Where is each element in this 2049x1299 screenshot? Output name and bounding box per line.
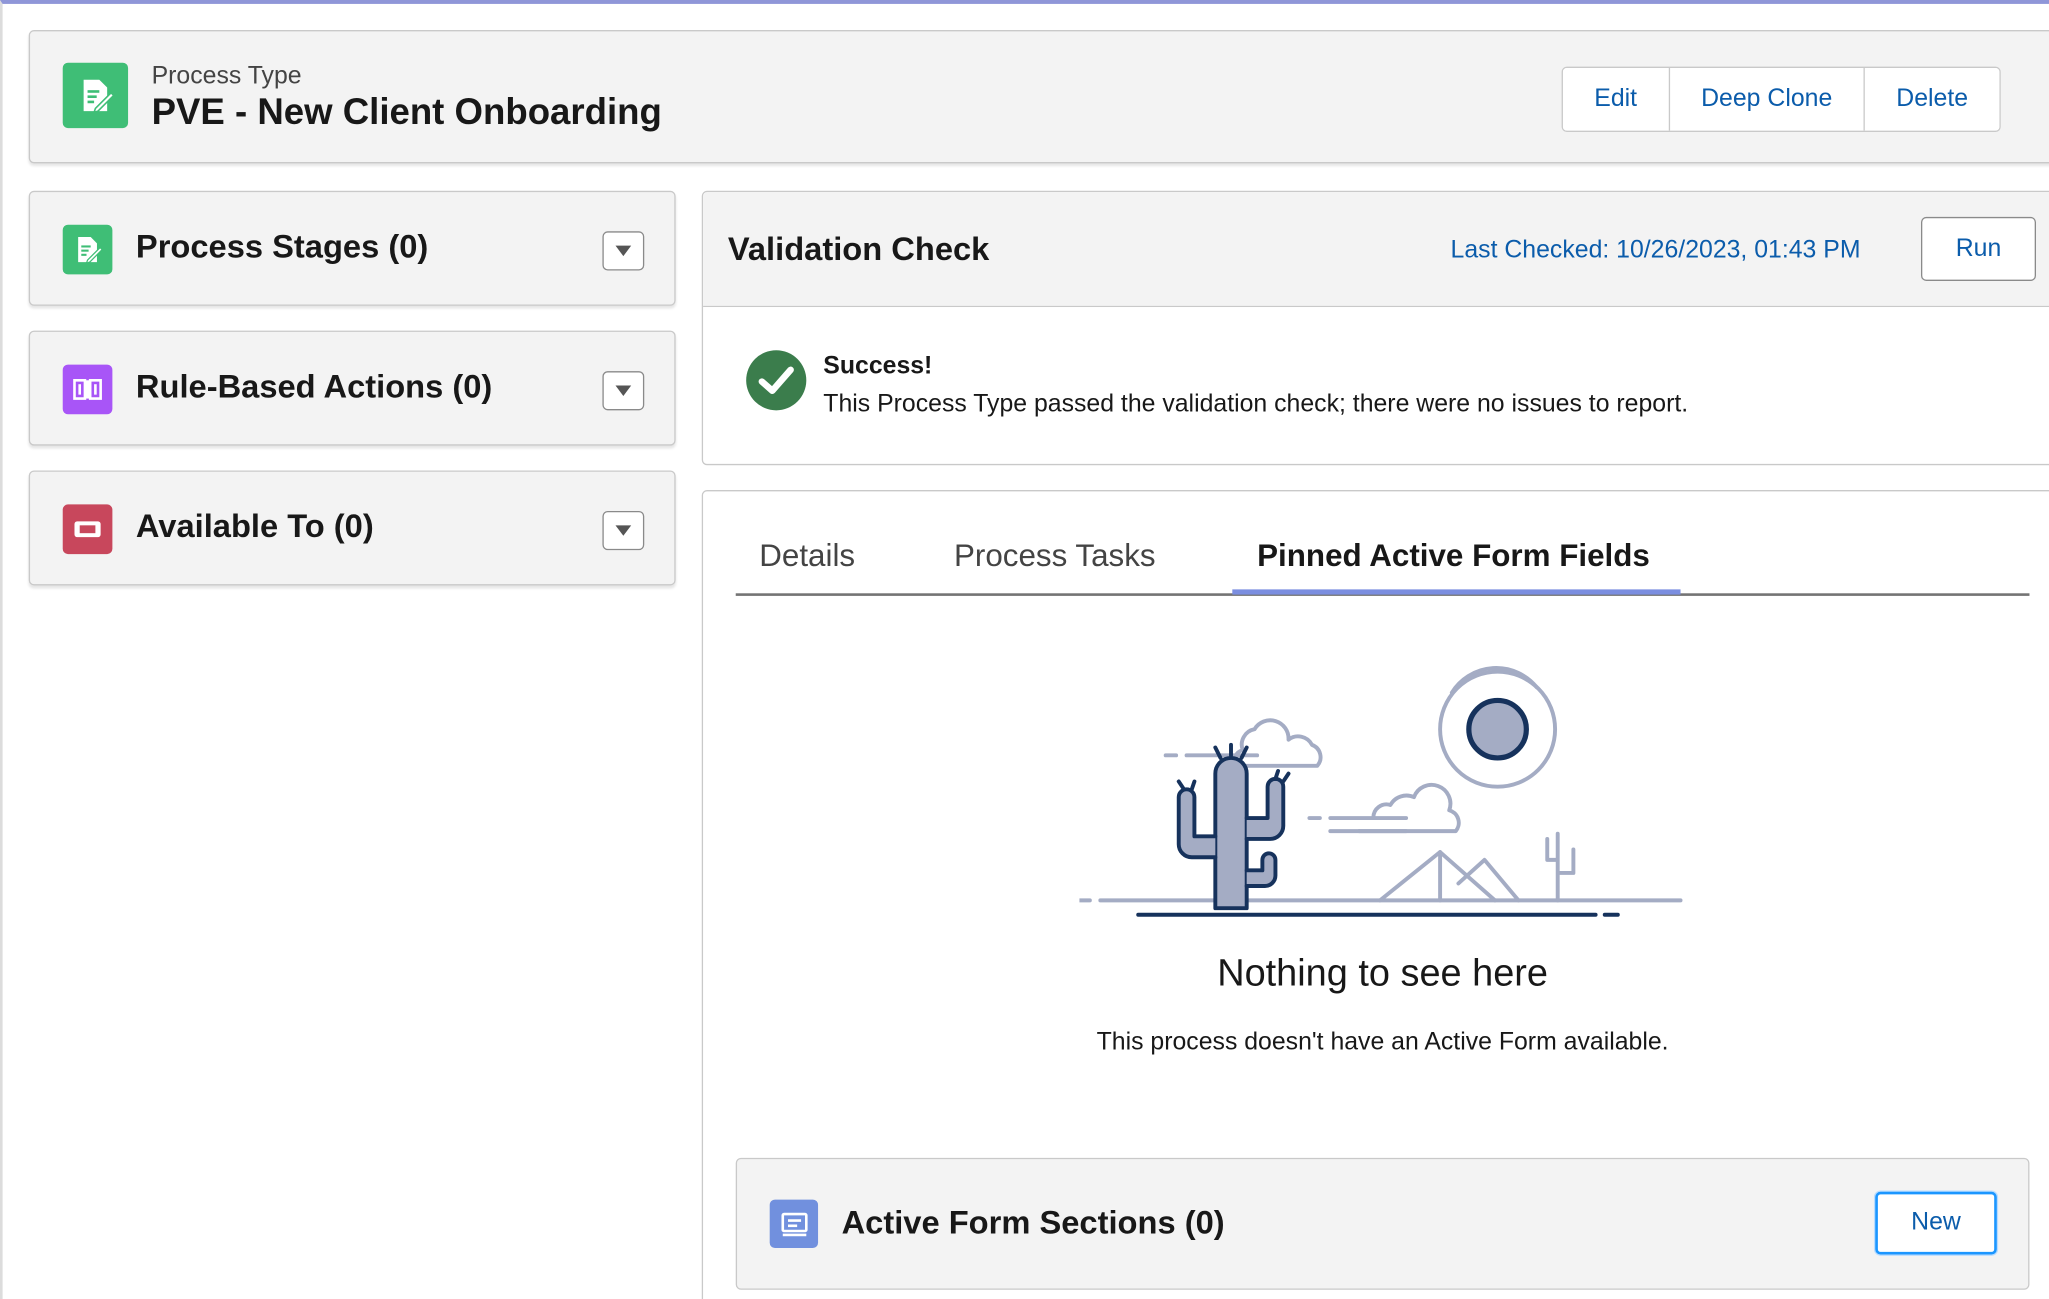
empty-state-message: This process doesn't have an Active Form…: [1096, 1028, 1669, 1056]
last-checked-timestamp: Last Checked: 10/26/2023, 01:43 PM: [1450, 236, 1861, 264]
chevron-down-icon: [615, 525, 632, 536]
available-to-card: Available To (0): [28, 470, 676, 586]
validation-check-title: Validation Check: [727, 231, 990, 268]
form-edit-icon: [62, 224, 113, 275]
new-section-button[interactable]: New: [1875, 1191, 1997, 1255]
book-icon: [62, 364, 113, 415]
page: Process Type PVE - New Client Onboarding…: [0, 0, 2049, 1299]
tab-bar: Details Process Tasks Pinned Active Form…: [735, 491, 2030, 596]
form-edit-icon: [62, 62, 129, 129]
tab-pinned-active-form-fields[interactable]: Pinned Active Form Fields: [1257, 538, 1650, 575]
active-form-sections-card: Active Form Sections (0) New: [735, 1157, 2030, 1290]
process-stages-card: Process Stages (0): [28, 190, 676, 306]
delete-button[interactable]: Delete: [1863, 67, 2000, 131]
available-to-dropdown-toggle[interactable]: [602, 510, 645, 551]
validation-check-header: Validation Check Last Checked: 10/26/202…: [703, 192, 2049, 308]
rule-based-actions-label: Rule-Based Actions (0): [135, 368, 493, 406]
success-check-icon: [746, 350, 807, 411]
active-form-sections-title: Active Form Sections (0): [841, 1204, 1225, 1242]
process-stages-label: Process Stages (0): [135, 228, 429, 266]
validation-check-card: Validation Check Last Checked: 10/26/202…: [701, 190, 2049, 466]
desert-cactus-illustration: [1079, 666, 1683, 917]
chevron-down-icon: [615, 245, 632, 257]
record-header: Process Type PVE - New Client Onboarding…: [28, 30, 2049, 164]
tabs-panel: Details Process Tasks Pinned Active Form…: [701, 490, 2049, 1299]
record-type-label: Process Type: [151, 62, 302, 91]
chevron-down-icon: [615, 385, 632, 396]
ticket-icon: [62, 504, 113, 555]
process-stages-dropdown-toggle[interactable]: [602, 231, 645, 271]
tab-process-tasks[interactable]: Process Tasks: [954, 538, 1156, 575]
rule-based-actions-card: Rule-Based Actions (0): [28, 330, 676, 446]
edit-button[interactable]: Edit: [1562, 67, 1669, 131]
page-title: PVE - New Client Onboarding: [151, 91, 662, 132]
tab-details[interactable]: Details: [759, 538, 855, 575]
header-action-group: Edit Deep Clone Delete: [1561, 66, 2001, 132]
form-section-icon: [769, 1199, 819, 1248]
validation-status-message: This Process Type passed the validation …: [823, 390, 1689, 419]
run-button[interactable]: Run: [1920, 216, 2036, 281]
validation-status-title: Success!: [823, 352, 933, 381]
empty-state-title: Nothing to see here: [1217, 952, 1548, 995]
available-to-label: Available To (0): [135, 508, 374, 545]
deep-clone-button[interactable]: Deep Clone: [1668, 67, 1864, 131]
rule-based-actions-dropdown-toggle[interactable]: [602, 371, 645, 411]
active-tab-indicator: [1232, 589, 1681, 595]
